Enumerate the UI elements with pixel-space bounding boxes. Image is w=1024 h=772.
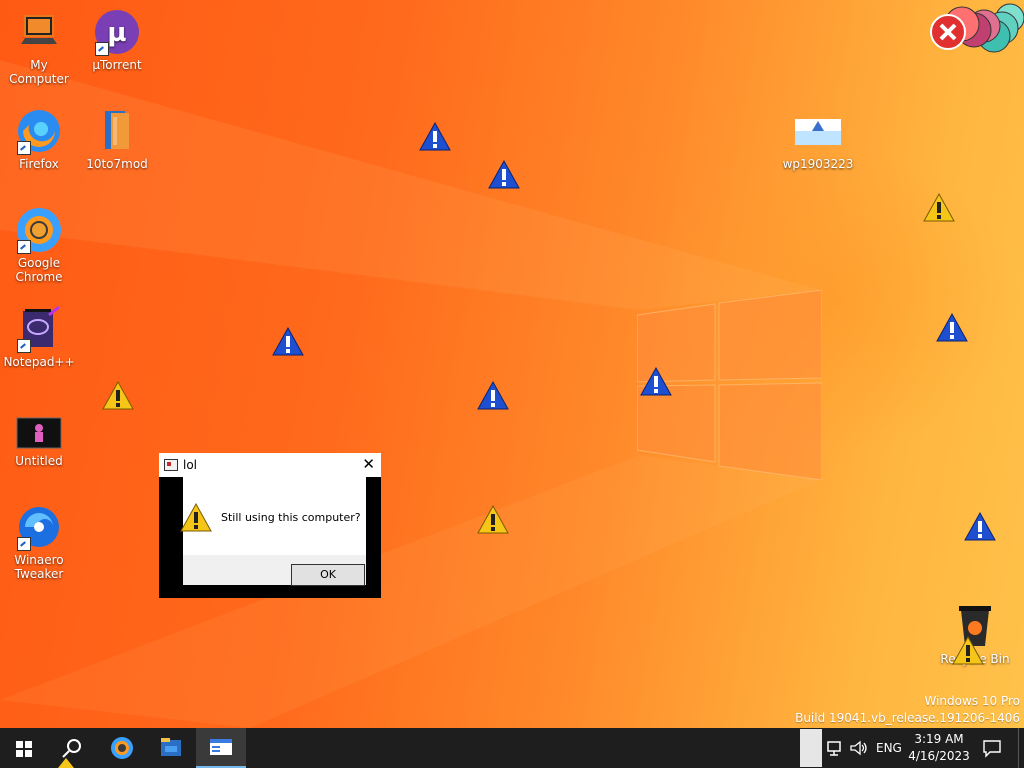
build-text: Build 19041.vb_release.191206-1406 — [795, 711, 1020, 725]
warning-icon — [477, 505, 509, 534]
taskbar-chrome[interactable] — [98, 728, 146, 768]
clock[interactable]: 3:19 AM 4/16/2023 — [906, 731, 972, 765]
edition-text: Windows 10 Pro — [924, 694, 1020, 708]
desktop-icon-label: wp1903223 — [782, 157, 854, 171]
warning-icon — [477, 381, 509, 410]
desktop-icon-google-chrome[interactable]: Google Chrome — [0, 206, 78, 284]
show-desktop-button[interactable] — [1018, 728, 1024, 768]
dialog-message: Still using this computer? — [221, 511, 361, 524]
taskbar-active-window[interactable] — [196, 728, 246, 768]
volume-icon[interactable] — [849, 739, 869, 757]
shortcut-arrow-icon — [95, 42, 109, 56]
warning-icon — [102, 381, 134, 410]
dialog-titlebar[interactable]: lol ✕ — [159, 453, 381, 477]
warning-icon — [640, 367, 672, 396]
shortcut-arrow-icon — [17, 339, 31, 353]
warning-icon — [272, 327, 304, 356]
warning-icon — [488, 160, 520, 189]
desktop-icon-utorrent[interactable]: µ µTorrent — [78, 8, 156, 72]
close-icon[interactable]: ✕ — [362, 456, 375, 472]
image-file-icon — [794, 107, 842, 155]
clock-date: 4/16/2023 — [908, 749, 970, 763]
warning-icon — [180, 503, 212, 532]
shortcut-arrow-icon — [17, 240, 31, 254]
network-icon[interactable] — [826, 739, 844, 757]
dialog-title: lol — [183, 458, 198, 472]
window-icon — [210, 739, 232, 755]
app-icon — [164, 459, 178, 471]
notepadpp-icon — [15, 305, 63, 353]
desktop-icon-label: µTorrent — [92, 58, 142, 72]
desktop-icon-my-computer[interactable]: My Computer — [0, 8, 78, 86]
chrome-icon — [15, 206, 63, 254]
warning-icon — [936, 313, 968, 342]
start-button[interactable] — [0, 728, 48, 768]
desktop-icon-label: Untitled — [15, 454, 63, 468]
clock-time: 3:19 AM — [914, 732, 964, 746]
firefox-icon — [15, 107, 63, 155]
show-hidden-icons[interactable] — [800, 729, 822, 767]
chrome-icon — [111, 737, 133, 759]
image-file-icon — [15, 404, 63, 452]
notifications-icon[interactable] — [982, 738, 1002, 758]
shortcut-arrow-icon — [17, 537, 31, 551]
desktop-icon-label: Winaero Tweaker — [14, 553, 64, 581]
taskbar: ENG 3:19 AM 4/16/2023 — [0, 728, 1024, 768]
desktop-icon-firefox[interactable]: Firefox — [0, 107, 78, 171]
desktop-icon-untitled[interactable]: Untitled — [0, 404, 78, 468]
shortcut-arrow-icon — [17, 141, 31, 155]
warning-icon — [58, 758, 74, 768]
message-dialog: lol ✕ Still using this computer? OK — [159, 453, 381, 598]
desktop-icon-winaero-tweaker[interactable]: Winaero Tweaker — [0, 503, 78, 581]
warning-icon — [964, 512, 996, 541]
desktop-icon-label: 10to7mod — [86, 157, 148, 171]
desktop-icon-label: Notepad++ — [3, 355, 75, 369]
warning-icon — [419, 122, 451, 151]
warning-icon — [952, 636, 984, 665]
winaero-icon — [15, 503, 63, 551]
windows-watermark: Windows 10 Pro Build 19041.vb_release.19… — [795, 693, 1020, 727]
folder-icon — [93, 107, 141, 155]
desktop-icon-notepadpp[interactable]: Notepad++ — [0, 305, 78, 369]
desktop-icon-label: My Computer — [9, 58, 69, 86]
desktop-icon-label: Google Chrome — [15, 256, 63, 284]
desktop-icon-label: Firefox — [19, 157, 59, 171]
svg-text:µ: µ — [107, 18, 126, 48]
language-indicator[interactable]: ENG — [876, 741, 902, 755]
dialog-body: Still using this computer? OK — [180, 477, 366, 586]
ok-button[interactable]: OK — [291, 564, 365, 586]
dialog-footer: OK — [183, 555, 366, 586]
error-icon-stack — [930, 3, 1024, 53]
warning-icon — [923, 193, 955, 222]
folder-icon — [161, 738, 181, 756]
windows-icon — [16, 741, 32, 757]
desktop-icon-wp1903223[interactable]: wp1903223 — [779, 107, 857, 171]
desktop[interactable]: My Computer µ µTorrent Firefox 10to7mod … — [0, 0, 1024, 728]
taskbar-file-explorer[interactable] — [147, 728, 195, 768]
computer-icon — [15, 8, 63, 56]
desktop-icon-10to7mod[interactable]: 10to7mod — [78, 107, 156, 171]
utorrent-icon: µ — [93, 8, 141, 56]
